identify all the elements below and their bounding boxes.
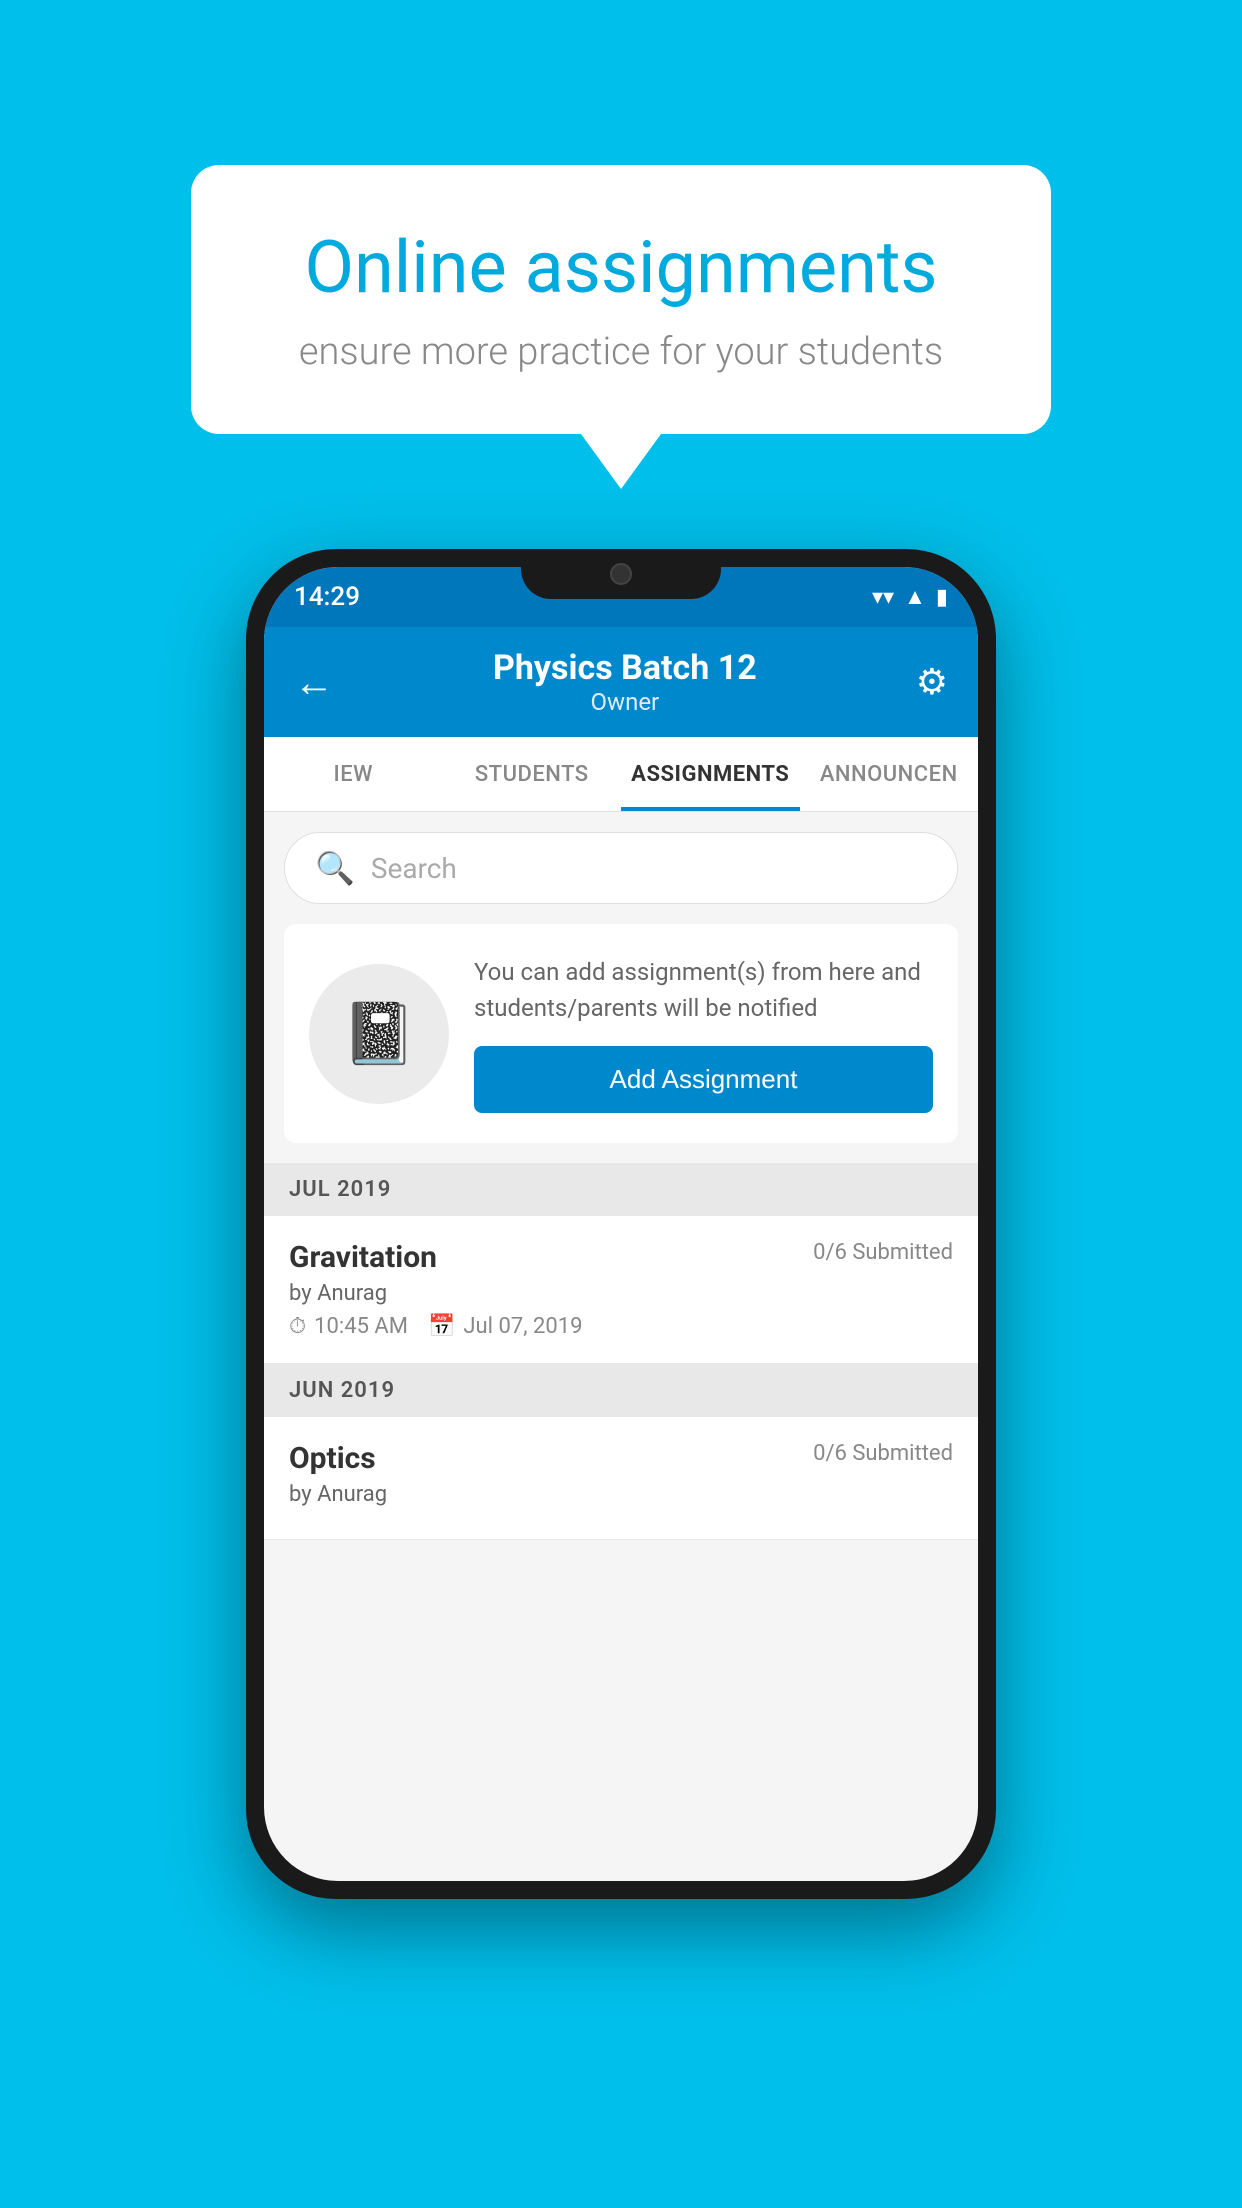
status-icons: ▾▾ ▲ ▮ bbox=[872, 584, 948, 610]
tab-view[interactable]: IEW bbox=[264, 737, 443, 811]
app-header: ← Physics Batch 12 Owner ⚙ bbox=[264, 627, 978, 737]
status-time: 14:29 bbox=[294, 582, 360, 612]
tab-announcements[interactable]: ANNOUNCEN bbox=[800, 737, 979, 811]
section-header-jun: JUN 2019 bbox=[264, 1364, 978, 1417]
empty-state-card: 📓 You can add assignment(s) from here an… bbox=[284, 924, 958, 1143]
wifi-icon: ▾▾ bbox=[872, 585, 894, 610]
clock-icon: ⏱ bbox=[289, 1314, 306, 1339]
assignment-meta: ⏱ 10:45 AM 📅 Jul 07, 2019 bbox=[289, 1314, 953, 1339]
back-button[interactable]: ← bbox=[294, 659, 334, 706]
assignment-by-optics: by Anurag bbox=[289, 1482, 953, 1507]
header-center: Physics Batch 12 Owner bbox=[493, 648, 757, 716]
assignment-date: 📅 Jul 07, 2019 bbox=[428, 1314, 582, 1339]
tab-students[interactable]: STUDENTS bbox=[443, 737, 622, 811]
assignment-top-row: Gravitation 0/6 Submitted bbox=[289, 1240, 953, 1275]
assignment-top-row-optics: Optics 0/6 Submitted bbox=[289, 1441, 953, 1476]
assignment-submitted-count: 0/6 Submitted bbox=[813, 1240, 953, 1265]
tabs-bar: IEW STUDENTS ASSIGNMENTS ANNOUNCEN bbox=[264, 737, 978, 812]
phone-notch bbox=[521, 549, 721, 599]
phone-camera bbox=[610, 563, 632, 585]
battery-icon: ▮ bbox=[936, 585, 948, 610]
assignment-title-optics: Optics bbox=[289, 1441, 376, 1476]
assignment-optics[interactable]: Optics 0/6 Submitted by Anurag bbox=[264, 1417, 978, 1540]
speech-bubble-arrow bbox=[581, 434, 661, 489]
assignment-by: by Anurag bbox=[289, 1281, 953, 1306]
speech-bubble: Online assignments ensure more practice … bbox=[191, 165, 1051, 434]
assignment-gravitation[interactable]: Gravitation 0/6 Submitted by Anurag ⏱ 10… bbox=[264, 1216, 978, 1364]
assignment-icon-circle: 📓 bbox=[309, 964, 449, 1104]
search-placeholder: Search bbox=[371, 852, 457, 885]
empty-state-text: You can add assignment(s) from here and … bbox=[474, 954, 933, 1026]
search-icon: 🔍 bbox=[315, 849, 355, 887]
promo-subtitle: ensure more practice for your students bbox=[261, 330, 981, 374]
notebook-icon: 📓 bbox=[342, 998, 417, 1069]
phone-screen: 14:29 ▾▾ ▲ ▮ ← Physics Batch 12 Owner ⚙ bbox=[264, 567, 978, 1881]
header-subtitle: Owner bbox=[493, 688, 757, 716]
empty-state-content: You can add assignment(s) from here and … bbox=[474, 954, 933, 1113]
header-title: Physics Batch 12 bbox=[493, 648, 757, 688]
promo-title: Online assignments bbox=[261, 225, 981, 310]
add-assignment-button[interactable]: Add Assignment bbox=[474, 1046, 933, 1113]
phone-device: 14:29 ▾▾ ▲ ▮ ← Physics Batch 12 Owner ⚙ bbox=[246, 549, 996, 1899]
signal-icon: ▲ bbox=[904, 584, 926, 610]
assignment-title: Gravitation bbox=[289, 1240, 437, 1275]
promo-banner: Online assignments ensure more practice … bbox=[191, 165, 1051, 489]
section-header-jul: JUL 2019 bbox=[264, 1163, 978, 1216]
search-bar[interactable]: 🔍 Search bbox=[284, 832, 958, 904]
settings-button[interactable]: ⚙ bbox=[916, 661, 948, 703]
assignment-time: ⏱ 10:45 AM bbox=[289, 1314, 408, 1339]
content-area: 🔍 Search 📓 You can add assignment(s) fro… bbox=[264, 812, 978, 1540]
calendar-icon: 📅 bbox=[428, 1314, 455, 1339]
phone-frame: 14:29 ▾▾ ▲ ▮ ← Physics Batch 12 Owner ⚙ bbox=[246, 549, 996, 1899]
assignment-submitted-optics: 0/6 Submitted bbox=[813, 1441, 953, 1466]
tab-assignments[interactable]: ASSIGNMENTS bbox=[621, 737, 800, 811]
